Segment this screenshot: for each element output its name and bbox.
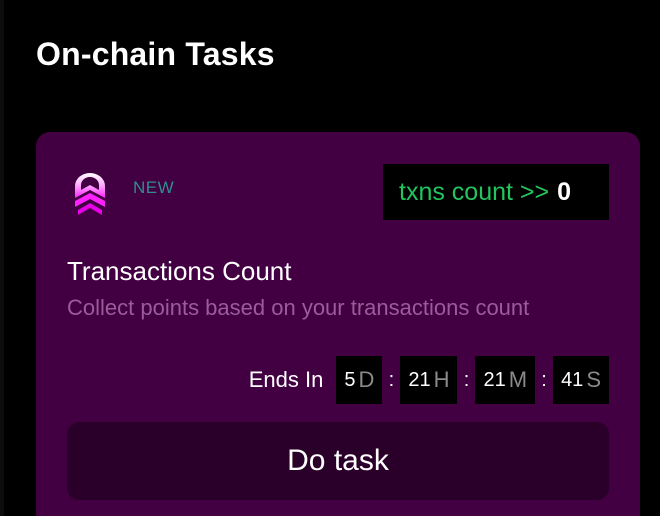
page: On-chain Tasks NEW txns count >> 0 Trans… [0,0,660,516]
days-value: 5 [344,368,356,391]
ends-in-label: Ends In [248,367,324,392]
txns-count-display: txns count >> 0 [383,164,609,220]
task-description: Collect points based on your transaction… [67,295,530,320]
countdown-hours: 21 H [400,356,458,404]
seconds-unit: S [586,367,601,392]
do-task-button[interactable]: Do task [67,422,609,500]
txns-count-label: txns count >> [399,177,550,206]
days-unit: D [358,367,375,392]
countdown-seconds: 41 S [553,356,609,404]
countdown-timer: Ends In 5 D : 21 H : 21 M : 41 S [249,356,609,404]
txns-count-value: 0 [557,177,572,206]
new-badge: NEW [133,178,175,197]
minutes-value: 21 [483,368,506,391]
sidebar-edge [0,0,4,516]
hours-value: 21 [408,368,431,391]
seconds-value: 41 [561,368,584,391]
page-title: On-chain Tasks [36,36,275,72]
minutes-unit: M [508,367,528,392]
task-title: Transactions Count [67,256,292,286]
time-separator: : [463,368,470,391]
countdown-days: 5 D [336,356,383,404]
time-separator: : [541,368,547,391]
hours-unit: H [433,367,450,392]
task-card: NEW txns count >> 0 Transactions Count C… [36,132,640,516]
countdown-minutes: 21 M [475,356,536,404]
time-separator: : [388,368,395,391]
chevron-logo-icon [72,170,108,216]
